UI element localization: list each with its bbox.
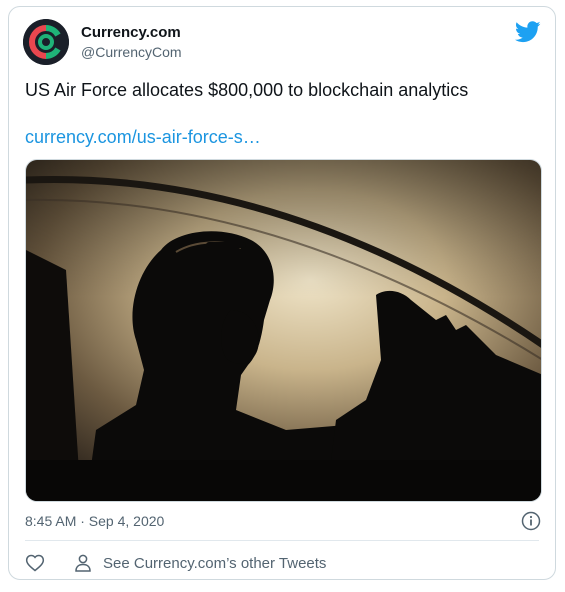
tweet-text: US Air Force allocates $800,000 to block… (25, 80, 469, 100)
tweet-timestamp[interactable]: 8:45 AM · Sep 4, 2020 (25, 513, 164, 529)
tweet-media-image[interactable] (25, 159, 542, 502)
divider (25, 540, 539, 541)
currency-com-logo-icon (23, 19, 69, 65)
see-other-tweets-link[interactable]: See Currency.com’s other Tweets (73, 553, 326, 573)
account-name[interactable]: Currency.com (81, 24, 181, 41)
user-icon (75, 554, 91, 572)
avatar[interactable] (23, 19, 69, 65)
tweet-card[interactable]: Currency.com @CurrencyCom US Air Force a… (8, 6, 556, 580)
fighter-pilot-photo (26, 160, 541, 501)
twitter-bird-icon[interactable] (514, 21, 541, 43)
tweet-link[interactable]: currency.com/us-air-force-s… (25, 127, 261, 148)
info-icon[interactable] (521, 511, 541, 531)
see-other-tweets-label: See Currency.com’s other Tweets (103, 554, 327, 572)
heart-icon[interactable] (25, 553, 45, 573)
account-handle[interactable]: @CurrencyCom (81, 44, 182, 60)
